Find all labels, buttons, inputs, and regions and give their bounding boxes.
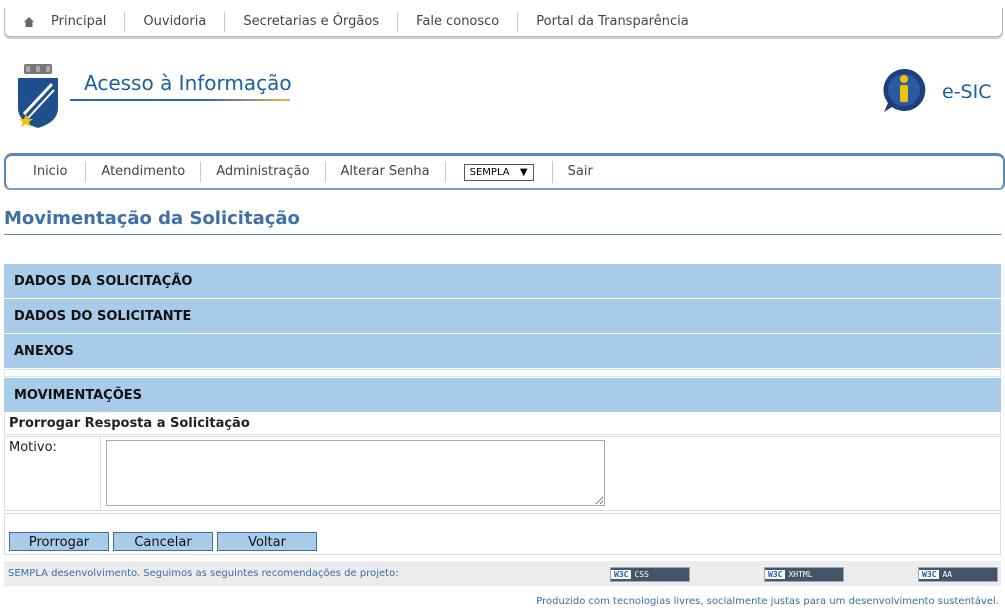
city-crest-logo: [18, 64, 58, 128]
w3c-logo-icon: W3C: [611, 570, 632, 579]
footer-tagline: Produzido com tecnologias livres, social…: [536, 596, 999, 607]
top-nav-item-fale-conosco[interactable]: Fale conosco: [398, 12, 519, 32]
main-nav: Inicio Atendimento Administração Alterar…: [4, 153, 1005, 188]
w3c-aa-badge[interactable]: W3C AA: [918, 567, 998, 582]
top-nav: Principal Ouvidoria Secretarias e Órgãos…: [4, 8, 1003, 37]
panel-anexos-body: [4, 369, 1001, 377]
nav-item-sair[interactable]: Sair: [553, 162, 608, 182]
esic-label[interactable]: e-SIC: [942, 81, 991, 103]
badge-label: CSS: [634, 570, 649, 579]
motivo-row: Motivo:: [4, 436, 1001, 511]
top-nav-item-ouvidoria[interactable]: Ouvidoria: [125, 12, 226, 32]
page-title: Movimentação da Solicitação: [4, 208, 300, 229]
form-heading: Prorrogar Resposta a Solicitação: [4, 413, 1001, 435]
nav-item-alterar-senha[interactable]: Alterar Senha: [326, 162, 446, 182]
button-row: Prorrogar Cancelar Voltar: [4, 513, 1001, 555]
panel-movimentacoes[interactable]: MOVIMENTAÇÕES: [4, 378, 1001, 412]
w3c-logo-icon: W3C: [919, 570, 940, 579]
footer: SEMPLA desenvolvimento. Seguimos as segu…: [4, 561, 1001, 586]
voltar-button[interactable]: Voltar: [217, 532, 317, 551]
site-title: Acesso à Informação: [84, 71, 292, 95]
unit-select-value: SEMPLA: [469, 166, 510, 178]
unit-select[interactable]: SEMPLA ▼: [463, 163, 534, 181]
top-nav-item-secretarias[interactable]: Secretarias e Órgãos: [225, 12, 399, 32]
panel-anexos[interactable]: ANEXOS: [4, 334, 1001, 368]
badge-label: XHTML: [788, 570, 813, 579]
badge-label: AA: [942, 570, 953, 579]
motivo-label: Motivo:: [5, 437, 101, 510]
top-nav-item-transparencia[interactable]: Portal da Transparência: [518, 12, 706, 32]
panel-dados-solicitacao[interactable]: DADOS DA SOLICITAÇÃO: [4, 264, 1001, 298]
w3c-css-badge[interactable]: W3C CSS: [610, 567, 690, 582]
top-nav-label: Principal: [51, 14, 107, 29]
unit-select-wrapper: SEMPLA ▼: [446, 161, 553, 183]
prorrogar-button[interactable]: Prorrogar: [9, 532, 109, 551]
info-icon[interactable]: [880, 66, 928, 114]
footer-text: SEMPLA desenvolvimento. Seguimos as segu…: [8, 568, 399, 579]
nav-item-administracao[interactable]: Administração: [201, 162, 326, 182]
cancelar-button[interactable]: Cancelar: [113, 532, 213, 551]
panel-dados-solicitante[interactable]: DADOS DO SOLICITANTE: [4, 299, 1001, 333]
page-title-divider: [4, 234, 1001, 235]
dropdown-arrow-icon: ▼: [519, 166, 528, 178]
top-nav-item-principal[interactable]: Principal: [5, 12, 126, 32]
w3c-logo-icon: W3C: [765, 570, 786, 579]
home-icon: [24, 17, 34, 27]
title-underline: [70, 99, 290, 101]
motivo-textarea[interactable]: [106, 440, 605, 506]
nav-item-inicio[interactable]: Inicio: [6, 162, 87, 182]
nav-item-atendimento[interactable]: Atendimento: [86, 162, 202, 182]
w3c-xhtml-badge[interactable]: W3C XHTML: [764, 567, 844, 582]
